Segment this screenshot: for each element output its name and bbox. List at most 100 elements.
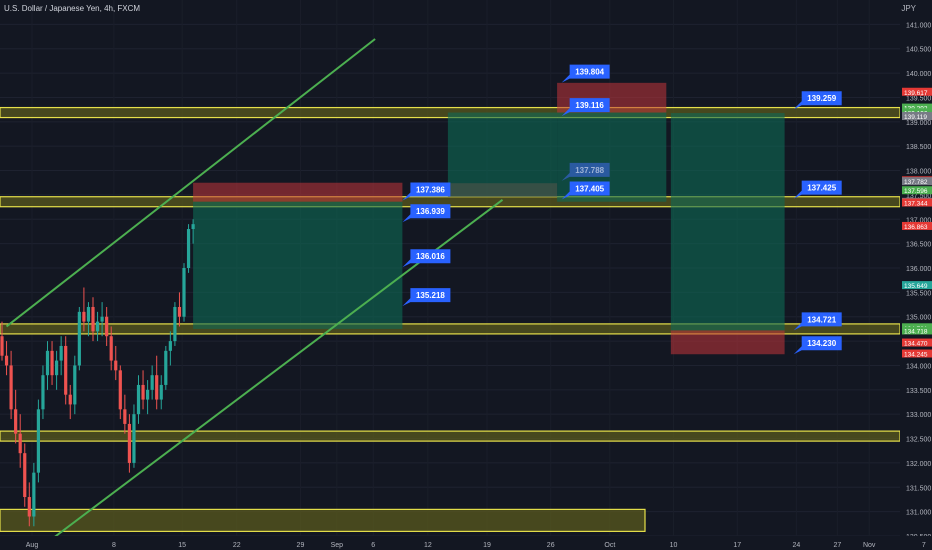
price-label-text: 137.344	[904, 201, 928, 208]
candle-body	[136, 384, 141, 415]
grid	[0, 0, 925, 537]
candle-body	[55, 360, 59, 376]
candle-body	[41, 375, 45, 410]
candle-body	[36, 409, 40, 473]
price-callout: 139.804	[561, 64, 610, 83]
price-label-text: 139.617	[904, 90, 928, 97]
currency-label: JPY	[901, 4, 916, 13]
candle-body	[150, 375, 154, 390]
callout-label: 137.405	[575, 185, 604, 194]
price-callout: 134.230	[793, 336, 842, 355]
candle-body	[45, 350, 50, 376]
candle-body	[173, 306, 177, 342]
time-tick-label: 10	[670, 542, 678, 549]
price-label: 136.863	[902, 221, 932, 231]
callout-label: 136.016	[416, 252, 445, 261]
callout-label: 139.804	[575, 68, 604, 77]
price-callout: 135.218	[402, 288, 451, 307]
price-tick-label: 136.000	[906, 266, 931, 273]
callout-label: 139.116	[575, 101, 604, 110]
candle-body	[132, 414, 136, 463]
candle-body	[82, 311, 86, 322]
price-axis[interactable]: 141.000140.500140.000139.500139.000138.5…	[900, 0, 932, 550]
candle-body	[127, 423, 131, 463]
candle-body	[86, 306, 91, 322]
candle-body	[0, 336, 4, 356]
price-tick-label: 138.500	[906, 144, 931, 151]
time-tick-label: Sep	[331, 542, 344, 549]
price-label-text: 134.470	[904, 341, 928, 348]
candle-body	[32, 472, 36, 517]
price-label: 134.245	[902, 349, 932, 359]
candle-body	[182, 268, 186, 317]
time-tick-label: 24	[793, 542, 801, 549]
price-label: 134.718	[902, 326, 932, 335]
time-tick-label: Aug	[26, 542, 39, 549]
candle-body	[159, 384, 163, 400]
candle-body	[118, 370, 122, 410]
target-zone	[447, 112, 558, 197]
candle-body	[164, 350, 168, 385]
target-zone	[193, 201, 403, 329]
time-tick-label: 12	[424, 542, 432, 549]
price-tick-label: 141.000	[906, 22, 931, 29]
price-tick-label: 131.500	[906, 485, 931, 492]
price-label-text: 137.596	[904, 188, 928, 195]
position-boxes	[193, 82, 785, 355]
candle-body	[18, 433, 22, 454]
candle-body	[14, 409, 18, 434]
callout-label: 137.788	[575, 166, 604, 175]
candle-body	[4, 355, 9, 366]
candle-body	[177, 306, 182, 317]
zone-band	[0, 508, 646, 532]
price-label-text: 137.782	[904, 179, 928, 186]
candle-body	[9, 365, 13, 410]
time-tick-label: 8	[112, 542, 116, 549]
candle-body	[168, 341, 172, 351]
candle-body	[114, 360, 118, 371]
price-tick-label: 134.000	[906, 363, 931, 370]
price-tick-label: 138.000	[906, 169, 931, 176]
candle-body	[141, 384, 145, 400]
callout-label: 134.721	[807, 315, 836, 324]
candle-body	[91, 306, 95, 332]
callout-label: 136.939	[416, 207, 445, 216]
price-label: 137.782	[902, 177, 932, 186]
candle-body	[68, 394, 72, 405]
price-callout: 136.016	[402, 249, 451, 268]
candle-body	[123, 409, 127, 424]
price-tick-label: 133.500	[906, 388, 931, 395]
candle-body	[95, 321, 100, 332]
stop-zone	[670, 330, 785, 355]
time-tick-label: 19	[483, 542, 491, 549]
price-label: 137.596	[902, 186, 932, 195]
time-axis[interactable]: Aug 8 15 22 29 Sep 6 12 19 26 Oct 10 17 24 27 Nov 7	[0, 536, 932, 550]
price-label-text: 139.119	[904, 114, 927, 121]
price-label-text: 135.649	[904, 283, 928, 290]
symbol-title: U.S. Dollar / Japanese Yen, 4h, FXCM	[4, 4, 141, 13]
price-tick-label: 131.000	[906, 510, 931, 517]
price-label-text: 134.245	[904, 352, 928, 359]
time-tick-label: 29	[297, 542, 305, 549]
candle-body	[146, 389, 150, 400]
price-label-text: 136.863	[904, 224, 928, 231]
candle-body	[191, 224, 195, 230]
callout-label: 137.425	[807, 184, 836, 193]
callout-label: 139.259	[807, 94, 836, 103]
price-label: 139.119	[902, 112, 932, 121]
price-label: 137.344	[902, 198, 932, 208]
target-zone	[670, 113, 785, 331]
price-label: 135.649	[902, 281, 932, 290]
candle-body	[100, 316, 104, 322]
time-tick-label: 26	[547, 542, 555, 549]
chart-canvas[interactable]: 139.804 139.116 137.788 137.405 137.386 136.9…	[0, 0, 932, 550]
callout-label: 137.386	[416, 185, 445, 194]
candle-body	[105, 316, 109, 337]
candle-body	[50, 350, 54, 376]
price-tick-label: 132.500	[906, 437, 931, 444]
time-tick-label: 17	[733, 542, 741, 549]
candle-body	[186, 229, 191, 268]
candle-body	[27, 497, 31, 517]
price-callout: 139.259	[793, 91, 842, 110]
candle-body	[155, 375, 159, 400]
